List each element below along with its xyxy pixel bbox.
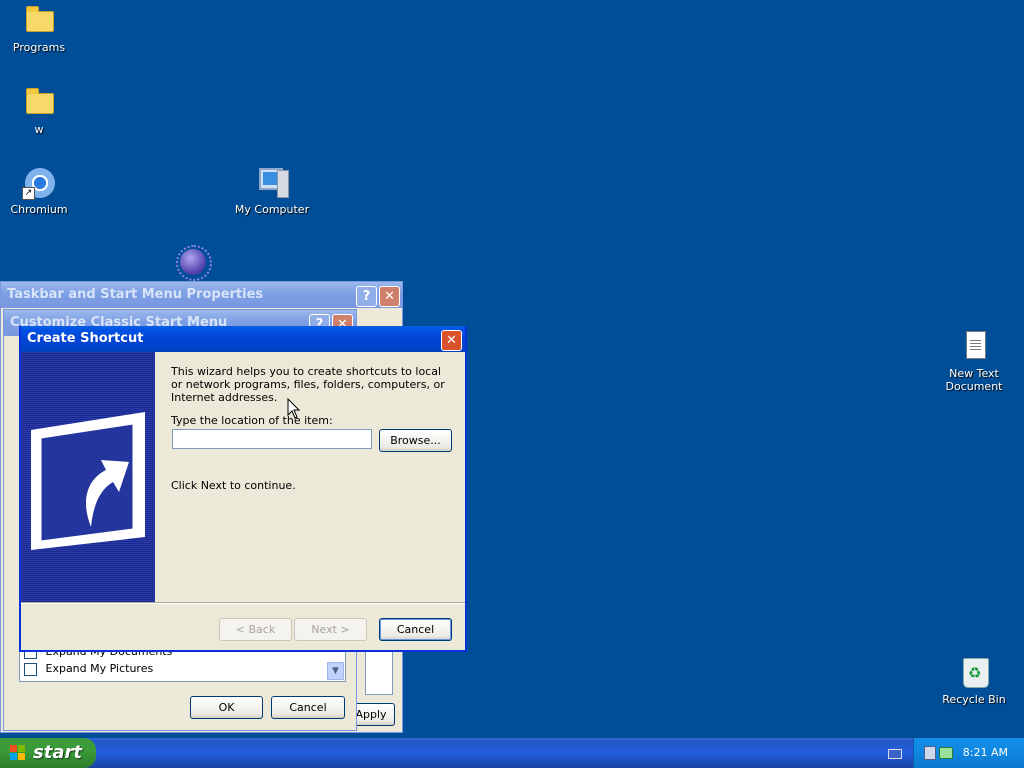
folder-icon <box>22 4 56 38</box>
recycle-bin-icon <box>957 656 991 690</box>
desktop-icon-label: My Computer <box>234 203 310 216</box>
scroll-down-button[interactable]: ▼ <box>327 662 344 680</box>
window-title: Taskbar and Start Menu Properties <box>1 282 402 308</box>
next-button[interactable]: Next > <box>294 618 367 641</box>
chromium-icon: ↗ <box>22 166 56 200</box>
cancel-button[interactable]: Cancel <box>379 618 452 641</box>
system-tray: 8:21 AM <box>913 738 1024 768</box>
cancel-button[interactable]: Cancel <box>271 696 345 719</box>
browse-button[interactable]: Browse... <box>379 429 452 452</box>
ok-button[interactable]: OK <box>190 696 263 719</box>
desktop-icon-label: w <box>34 123 44 136</box>
close-button[interactable]: ✕ <box>441 330 462 351</box>
shortcut-arrow-icon: ↗ <box>22 187 35 200</box>
windows-flag-icon <box>10 745 26 761</box>
list-item[interactable]: Expand My Pictures <box>24 662 324 678</box>
window-title: Create Shortcut <box>21 326 465 352</box>
location-label: Type the location of the item: <box>171 414 333 427</box>
continue-text: Click Next to continue. <box>171 479 296 492</box>
desktop-icon-new-text-document[interactable]: New Text Document <box>929 330 1019 393</box>
checkbox[interactable] <box>24 662 37 676</box>
network-icon[interactable] <box>924 746 936 760</box>
desktop-icon-chromium[interactable]: ↗ Chromium <box>0 166 84 216</box>
divider <box>21 602 465 604</box>
mouse-cursor-icon <box>287 398 301 419</box>
desktop-icon-label: Recycle Bin <box>942 693 1006 706</box>
start-button[interactable]: start <box>0 738 96 768</box>
location-input[interactable] <box>172 429 372 449</box>
computer-icon <box>255 166 289 200</box>
help-button[interactable]: ? <box>356 286 377 307</box>
shortcut-icon <box>31 412 145 550</box>
clock[interactable]: 8:21 AM <box>963 738 1008 768</box>
desktop-icon-w[interactable]: w <box>0 86 84 136</box>
desktop-icon-label: Programs <box>12 41 66 54</box>
bug-icon[interactable] <box>176 245 212 281</box>
folder-icon <box>22 86 56 120</box>
desktop-icon-label: Chromium <box>10 203 68 216</box>
close-button[interactable]: ✕ <box>379 286 400 307</box>
wizard-side-panel <box>21 352 155 602</box>
list-item-label: Expand My Pictures <box>45 662 154 675</box>
wizard-intro: This wizard helps you to create shortcut… <box>171 365 445 404</box>
desktop-icon-my-computer[interactable]: My Computer <box>227 166 317 216</box>
create-shortcut-window: Create Shortcut ✕ This wizard helps you … <box>19 326 467 652</box>
taskbar: start 8:21 AM <box>0 738 1024 768</box>
back-button[interactable]: < Back <box>219 618 292 641</box>
desktop-icon-recycle-bin[interactable]: Recycle Bin <box>929 656 1019 706</box>
text-document-icon <box>957 330 991 364</box>
volume-icon[interactable] <box>939 747 953 759</box>
keyboard-icon[interactable] <box>888 749 902 759</box>
start-label: start <box>33 742 82 763</box>
tab-panel-edge <box>365 651 393 695</box>
desktop-icon-label: New Text Document <box>945 367 1003 393</box>
desktop-icon-programs[interactable]: Programs <box>0 4 84 54</box>
